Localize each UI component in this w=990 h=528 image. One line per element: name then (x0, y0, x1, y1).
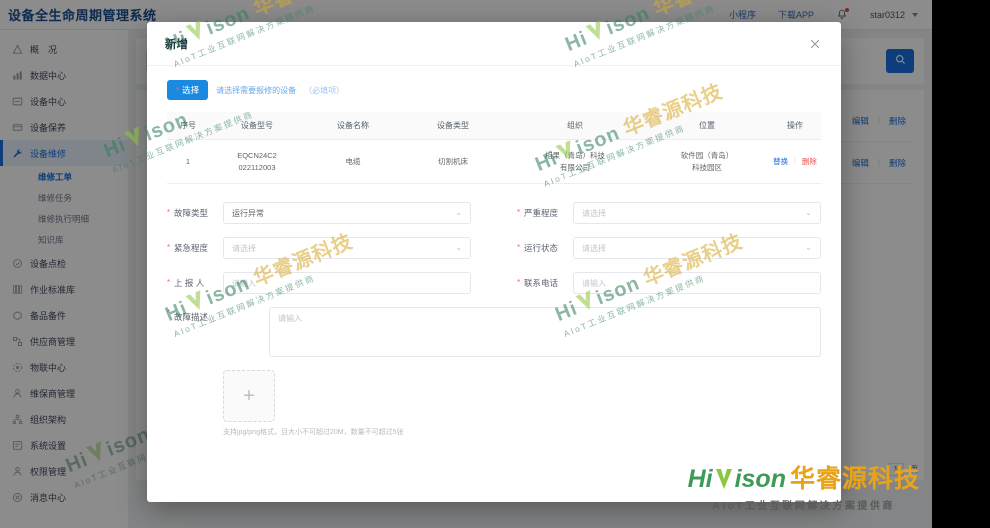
logo-ison: ison (734, 465, 786, 493)
cell-location: 软件园（青岛） 科技园区 (645, 150, 769, 173)
select-device-button-label: 选择 (182, 85, 200, 95)
field-placeholder: 请选择 (582, 243, 606, 253)
cell-model-line1: EQCN24C2 (237, 151, 277, 161)
col-header-location: 位置 (699, 121, 715, 130)
cell-location-line1: 软件园（青岛） (680, 151, 734, 161)
field-label-text: 紧急程度 (174, 243, 209, 253)
chevron-down-icon: ⌄ (455, 208, 462, 217)
application-window: 设备全生命周期管理系统 小程序 下载APP star0312 概 况 数据中心 (0, 0, 932, 528)
field-label-text: 故障类型 (174, 208, 209, 218)
field-label-text: 运行状态 (524, 243, 559, 253)
field-label: * 运行状态 (517, 242, 573, 254)
select-device-hint-sub: （必填项） (304, 85, 345, 95)
required-star: * (167, 208, 171, 217)
upload-hint-text: 支持jpg/png格式，且大小不可超过20M，数量不可超过5张 (223, 429, 404, 436)
cell-name: 电缆 (345, 156, 361, 166)
form-row-description: * 故障描述 请输入 (167, 307, 821, 357)
required-star: * (167, 278, 171, 287)
logo-tagline: AIoT工业互联网解决方案提供商 (712, 501, 895, 512)
table-header-row: 序号 设备型号 设备名称 设备类型 组织 位置 操作 (167, 112, 821, 140)
col-header-name: 设备名称 (337, 121, 369, 130)
delete-button[interactable]: 删除 (802, 156, 817, 167)
running-status-select[interactable]: 请选择 ⌄ (573, 237, 821, 259)
chevron-down-icon: ⌄ (805, 208, 812, 217)
field-placeholder: 请选择 (582, 208, 606, 218)
field-label-text: 严重程度 (524, 208, 559, 218)
table-row: 1 EQCN24C2 022112003 电缆 切割机床 相果（青岛）科技 有限… (167, 140, 821, 184)
form-row-3: * 上 报 人 请输入 * 联系电话 请输入 (167, 272, 821, 294)
field-label-text: 故障描述 (174, 312, 209, 322)
cell-org-line2: 有限公司 (560, 162, 590, 172)
urgency-select[interactable]: 请选择 ⌄ (223, 237, 471, 259)
upload-add-button[interactable]: + (223, 370, 275, 422)
repair-form: * 故障类型 运行异常 ⌄ * 严重程度 请选择 ⌄ * 紧急程度 请选择 ⌄ … (167, 202, 821, 437)
field-placeholder: 请输入 (232, 278, 256, 288)
form-row-2: * 紧急程度 请选择 ⌄ * 运行状态 请选择 ⌄ (167, 237, 821, 259)
select-device-hint: 请选择需要报修的设备 (216, 85, 297, 95)
field-label: * 紧急程度 (167, 242, 223, 254)
modal-body: * 选择 请选择需要报修的设备 （必填项） 序号 设备型号 设备名称 设备类型 … (147, 66, 841, 502)
chevron-down-icon: ⌄ (805, 243, 812, 252)
field-value: 运行异常 (232, 208, 264, 218)
field-running-status: * 运行状态 请选择 ⌄ (517, 237, 821, 259)
fault-description-textarea[interactable]: 请输入 (269, 307, 821, 357)
field-label-text: 联系电话 (524, 278, 559, 288)
cell-model: EQCN24C2 022112003 (209, 150, 305, 173)
reporter-input[interactable]: 请输入 (223, 272, 471, 294)
field-label: * 联系电话 (517, 277, 573, 289)
field-label: * 故障描述 (167, 307, 223, 357)
cell-index: 1 (185, 156, 191, 166)
field-fault-type: * 故障类型 运行异常 ⌄ (167, 202, 471, 224)
add-repair-order-modal: 新增 * 选择 请选择需要报修的设备 （必填项） 序号 设备型号 设备名称 设备… (147, 22, 841, 502)
col-header-index: 序号 (180, 121, 196, 130)
upload-section: + 支持jpg/png格式，且大小不可超过20M，数量不可超过5张 (167, 370, 821, 437)
fault-type-select[interactable]: 运行异常 ⌄ (223, 202, 471, 224)
field-severity: * 严重程度 请选择 ⌄ (517, 202, 821, 224)
modal-header: 新增 (147, 22, 841, 66)
chevron-down-icon: ⌄ (455, 243, 462, 252)
col-header-action: 操作 (787, 121, 803, 130)
field-label: * 故障类型 (167, 207, 223, 219)
col-header-org: 组织 (567, 121, 583, 130)
required-star: * (517, 208, 521, 217)
field-placeholder: 请选择 (232, 243, 256, 253)
select-device-row: * 选择 请选择需要报修的设备 （必填项） (167, 78, 821, 102)
field-reporter: * 上 报 人 请输入 (167, 272, 471, 294)
selected-device-table: 序号 设备型号 设备名称 设备类型 组织 位置 操作 1 EQCN24C2 02… (167, 112, 821, 184)
required-star: * (167, 308, 171, 317)
severity-select[interactable]: 请选择 ⌄ (573, 202, 821, 224)
cell-actions: 替换 | 删除 (769, 156, 821, 167)
field-label: * 严重程度 (517, 207, 573, 219)
cell-org-line1: 相果（青岛）科技 (545, 151, 605, 161)
col-header-type: 设备类型 (437, 121, 469, 130)
field-contact-phone: * 联系电话 请输入 (517, 272, 821, 294)
close-icon[interactable] (807, 36, 823, 52)
cell-model-line2: 022112003 (238, 162, 276, 172)
field-label: * 上 报 人 (167, 277, 223, 289)
divider: | (794, 157, 796, 165)
select-device-button[interactable]: * 选择 (167, 80, 209, 100)
logo-hi: Hi (687, 465, 713, 493)
required-star: * (167, 243, 171, 252)
cell-location-line2: 科技园区 (692, 162, 722, 172)
required-star: * (517, 278, 521, 287)
logo-cn: 华睿源科技 (789, 465, 920, 493)
logo-v-icon (714, 468, 734, 490)
field-label-text: 上 报 人 (174, 278, 205, 288)
cell-org: 相果（青岛）科技 有限公司 (505, 150, 645, 173)
form-row-1: * 故障类型 运行异常 ⌄ * 严重程度 请选择 ⌄ (167, 202, 821, 224)
col-header-model: 设备型号 (241, 121, 273, 130)
required-star: * (517, 243, 521, 252)
contact-phone-input[interactable]: 请输入 (573, 272, 821, 294)
company-logo: Hi ison 华睿源科技 AIoT工业互联网解决方案提供商 (688, 459, 920, 512)
required-star: * (176, 85, 180, 95)
field-placeholder: 请输入 (582, 278, 606, 288)
modal-title: 新增 (165, 38, 188, 51)
plus-icon: + (243, 384, 255, 407)
cell-type: 切割机床 (438, 156, 468, 166)
replace-button[interactable]: 替换 (773, 156, 788, 167)
field-urgency: * 紧急程度 请选择 ⌄ (167, 237, 471, 259)
